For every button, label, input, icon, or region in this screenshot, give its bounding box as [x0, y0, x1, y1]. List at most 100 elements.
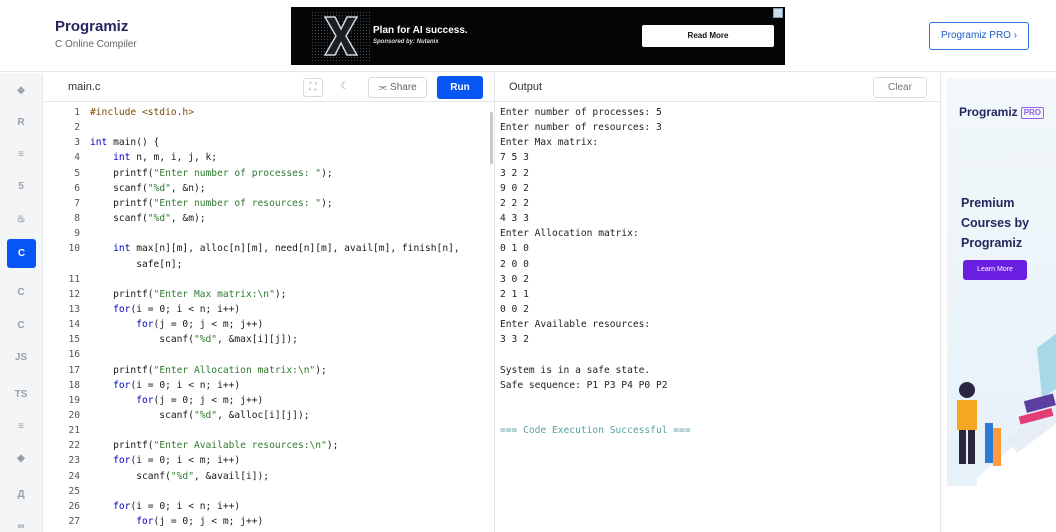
programiz-pro-button[interactable]: Programiz PRO ›	[929, 22, 1029, 50]
pro-badge: PRO	[1020, 106, 1045, 119]
line-number: 13	[68, 303, 80, 315]
js-icon[interactable]: JS	[11, 348, 31, 368]
output-line: 3 3 2	[500, 334, 529, 346]
sql-icon[interactable]: ≡	[11, 145, 31, 165]
output-line: 3 2 2	[500, 167, 529, 179]
output-line: 2 0 0	[500, 258, 529, 270]
line-number: 20	[68, 410, 80, 421]
pro-ad[interactable]: Programiz PRO Premium Courses by Programi…	[947, 78, 1056, 486]
line-number: 22	[68, 440, 80, 452]
line-number: 2	[74, 122, 80, 134]
line-code: safe[n];	[90, 258, 183, 270]
csharp-icon[interactable]: C	[11, 316, 31, 336]
student-illustration	[957, 333, 1056, 486]
python-icon[interactable]: ❖	[11, 82, 31, 102]
output-line: === Code Execution Successful ===	[500, 425, 691, 437]
output-line: 0 0 2	[500, 303, 529, 315]
ad-title: Plan for AI success.	[373, 25, 468, 36]
line-number: 12	[68, 288, 80, 300]
output-line: System is in a safe state.	[500, 364, 651, 376]
line-number: 7	[74, 197, 80, 209]
line-number: 14	[68, 319, 80, 331]
line-number: 8	[74, 213, 80, 225]
html-icon[interactable]: 5	[11, 177, 31, 197]
banner-ad[interactable]: Plan for AI success. Sponsored by: Nutan…	[291, 7, 785, 65]
line-number: 24	[68, 470, 80, 482]
learn-more-button[interactable]: Learn More	[963, 260, 1027, 280]
output-line: 2 1 1	[500, 288, 529, 300]
c-icon[interactable]: C	[7, 239, 36, 268]
go-icon[interactable]: ≡	[11, 417, 31, 437]
r-icon[interactable]: R	[11, 113, 31, 133]
logo-text: Programiz	[55, 18, 129, 35]
line-number: 18	[68, 379, 80, 391]
line-code: scanf("%d", &n);	[90, 182, 206, 194]
file-tab-main[interactable]: main.c	[68, 81, 100, 93]
output-line: Enter Allocation matrix:	[500, 228, 639, 240]
language-sidebar: ❖ R ≡ 5 ♨ C C C JS TS ≡ ◆ Д ∞	[0, 73, 43, 532]
rust-icon[interactable]: Д	[11, 485, 31, 505]
line-code: for(i = 0; i < n; i++)	[113, 303, 241, 315]
line-code: for(i = 0; i < n; i++)	[113, 500, 241, 512]
line-number: 3	[74, 137, 80, 149]
dark-mode-icon[interactable]: ☾	[335, 78, 355, 97]
line-number: 9	[74, 228, 80, 240]
line-code: scanf("%d", &m);	[90, 213, 206, 225]
line-number: 6	[74, 182, 80, 194]
line-number: 10	[68, 243, 80, 255]
line-number: 26	[68, 500, 80, 512]
line-code: printf("Enter number of resources: ");	[90, 197, 333, 209]
logo-subtitle: C Online Compiler	[55, 39, 137, 50]
line-code: int main() {	[90, 137, 160, 149]
ad-read-more-button[interactable]: Read More	[642, 25, 774, 47]
output-console[interactable]: Enter number of processes: 5 Enter number…	[495, 103, 940, 532]
line-code: for(j = 0; j < m; j++)	[136, 319, 264, 331]
pro-ad-headline: Premium Courses by Programiz	[961, 196, 1030, 250]
swift-icon[interactable]: ◆	[11, 449, 31, 469]
line-code: printf("Enter number of processes: ");	[90, 167, 333, 179]
output-line: 2 2 2	[500, 197, 529, 209]
line-code: for(j = 0; j < m; j++)	[136, 516, 264, 528]
output-line: Enter Max matrix:	[500, 137, 599, 149]
line-code: int max[n][m], alloc[n][m], need[n][m], …	[113, 243, 460, 255]
cpp-icon[interactable]: C	[11, 283, 31, 303]
output-line: 3 0 2	[500, 273, 529, 285]
editor-toolbar: main.c ⛶ ☾ ⫘ Share Run	[44, 73, 494, 102]
output-title: Output	[509, 81, 543, 93]
line-number: 4	[74, 152, 80, 164]
line-number: 17	[68, 364, 80, 376]
output-line: Enter Available resources:	[500, 319, 651, 331]
line-code: scanf("%d", &max[i][j]);	[90, 334, 298, 346]
clear-button[interactable]: Clear	[873, 77, 927, 98]
line-number: 5	[74, 167, 80, 179]
line-number: 25	[68, 485, 80, 497]
line-number: 1	[74, 107, 80, 118]
output-line: 4 3 3	[500, 213, 529, 225]
ad-choices-icon[interactable]	[773, 8, 783, 18]
pro-ad-logo-text: Programiz	[959, 105, 1018, 119]
line-code: scanf("%d", &alloc[i][j]);	[90, 410, 310, 421]
output-line: 0 1 0	[500, 243, 529, 255]
line-number: 19	[68, 394, 80, 406]
output-line: Enter number of processes: 5	[500, 107, 662, 118]
line-number: 11	[68, 273, 80, 285]
output-line: 9 0 2	[500, 182, 529, 194]
ts-icon[interactable]: TS	[11, 385, 31, 405]
line-code: for(i = 0; i < m; i++)	[113, 455, 241, 467]
line-number: 16	[68, 349, 80, 361]
run-button[interactable]: Run	[437, 76, 483, 99]
line-code: for(i = 0; i < n; i++)	[113, 379, 241, 391]
editor-scrollbar[interactable]	[490, 112, 493, 164]
line-code: int n, m, i, j, k;	[113, 152, 218, 164]
code-editor[interactable]: 1 #include <stdio.h> 2 3 int main() {4 int n…	[44, 103, 494, 532]
php-icon[interactable]: ∞	[11, 517, 31, 532]
share-button[interactable]: ⫘ Share	[368, 77, 427, 98]
pro-ad-logo: Programiz PRO	[959, 105, 1045, 119]
line-number: 27	[68, 516, 80, 528]
java-icon[interactable]: ♨	[11, 210, 31, 230]
fullscreen-icon[interactable]: ⛶	[303, 78, 323, 97]
programiz-logo[interactable]: Programiz C Online Compiler	[55, 18, 137, 50]
line-number: 21	[68, 425, 80, 437]
ad-sponsor: Sponsored by: Nutanix	[373, 39, 439, 45]
line-code: printf("Enter Max matrix:\n");	[90, 288, 287, 300]
